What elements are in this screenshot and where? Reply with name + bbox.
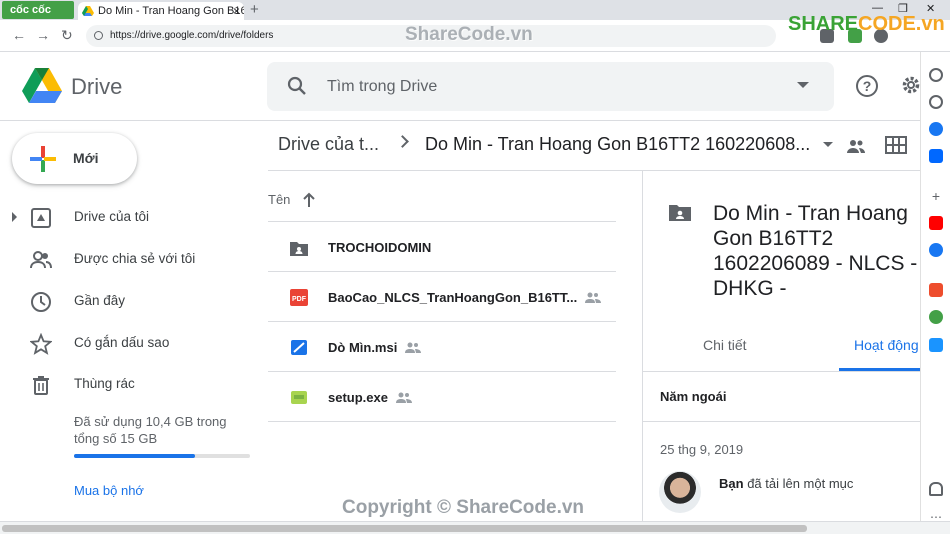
folder-icon [290, 242, 308, 256]
search-bar[interactable]: Tìm trong Drive [267, 62, 834, 111]
browser-side-rail: + ⋯ [920, 52, 950, 534]
folder-menu-dropdown-icon[interactable] [823, 142, 833, 147]
shared-people-icon [405, 342, 421, 353]
notification-bell-icon[interactable] [929, 482, 943, 496]
sidebar-item-recent[interactable]: Gần đây [0, 283, 260, 319]
file-row[interactable]: Dò Mìn.msi [268, 321, 616, 371]
search-input[interactable]: Tìm trong Drive [327, 78, 437, 96]
add-sidebar-icon[interactable]: + [929, 189, 943, 203]
history-icon[interactable] [929, 95, 943, 109]
sidebar-item-label: Thùng rác [74, 376, 135, 391]
file-name: Dò Mìn.msi [328, 340, 398, 355]
horizontal-scrollbar[interactable] [0, 521, 950, 534]
shopee-icon[interactable] [929, 283, 943, 297]
watermark-top: ShareCode.vn [405, 24, 533, 45]
sidebar-item-label: Được chia sẻ với tôi [74, 251, 196, 266]
activity-text: Bạn đã tải lên một mục [719, 476, 853, 491]
my-drive-icon [31, 208, 51, 228]
forward-icon[interactable]: → [36, 27, 50, 43]
shared-people-icon[interactable] [846, 138, 866, 154]
trash-icon [33, 376, 49, 395]
tabs-divider [643, 371, 920, 372]
buy-storage-link[interactable]: Mua bộ nhớ [74, 483, 144, 498]
file-name: BaoCao_NLCS_TranHoangGon_B16TT... [328, 290, 578, 305]
tiki-icon[interactable] [929, 338, 943, 352]
grid-view-icon[interactable] [885, 136, 907, 154]
clock-icon [31, 292, 51, 312]
new-button[interactable]: Mới [12, 133, 137, 184]
file-row[interactable]: PDF BaoCao_NLCS_TranHoangGon_B16TT... [268, 271, 616, 321]
file-row[interactable]: setup.exe [268, 371, 616, 421]
plus-icon [30, 146, 56, 172]
help-icon[interactable]: ? [856, 75, 878, 97]
drive-favicon-icon [82, 6, 94, 16]
avatar [659, 471, 701, 513]
youtube-icon[interactable] [929, 216, 943, 230]
sidebar-item-my-drive[interactable]: Drive của tôi [0, 199, 260, 235]
app-name: Drive [71, 74, 123, 99]
site-info-icon[interactable] [94, 31, 103, 40]
tab-close-icon[interactable]: × [233, 2, 240, 20]
browser-brand-button[interactable]: cốc cốc [2, 1, 74, 19]
expand-caret-icon[interactable] [12, 212, 17, 222]
new-button-label: Mới [73, 150, 99, 166]
new-tab-button[interactable]: + [250, 0, 259, 20]
sidebar-item-label: Có gắn dấu sao [74, 335, 170, 350]
watermark-bottom: Copyright © ShareCode.vn [342, 497, 585, 518]
storage-usage-text: Đã sử dụng 10,4 GB trong tổng số 15 GB [74, 414, 227, 446]
zalo-icon[interactable] [929, 149, 943, 163]
activity-action: đã tải lên một mục [747, 476, 854, 491]
msi-icon [291, 340, 307, 355]
shared-folder-icon [669, 205, 691, 221]
sidebar-item-label: Gần đây [74, 293, 126, 308]
file-row[interactable]: TROCHOIDOMIN [268, 221, 616, 271]
details-title: Do Min - Tran Hoang Gon B16TT2 160220608… [713, 202, 918, 300]
list-divider [268, 421, 616, 422]
exe-icon [291, 391, 307, 404]
facebook-icon[interactable] [929, 243, 943, 257]
tab-details[interactable]: Chi tiết [703, 337, 747, 353]
shared-people-icon [396, 392, 412, 403]
shared-people-icon [30, 251, 52, 269]
pdf-icon: PDF [290, 289, 308, 306]
search-options-icon[interactable] [797, 82, 809, 88]
settings-icon[interactable] [929, 68, 943, 82]
browser-tab[interactable]: Do Min - Tran Hoang Gon B16 × [78, 2, 244, 20]
reload-icon[interactable]: ↻ [61, 27, 73, 44]
header-divider [0, 120, 920, 121]
messenger-icon[interactable] [929, 122, 943, 136]
column-header-name[interactable]: Tên [268, 192, 290, 207]
chevron-right-icon [396, 135, 409, 148]
activity-period: Năm ngoái [660, 389, 727, 404]
sidebar-item-starred[interactable]: Có gắn dấu sao [0, 325, 260, 361]
sharecode-logo: SHARECODE.vn [788, 13, 945, 35]
details-pane: Do Min - Tran Hoang Gon B16TT2 160220608… [642, 171, 920, 521]
scrollbar-thumb[interactable] [2, 525, 807, 532]
activity-divider [643, 421, 920, 422]
search-icon[interactable] [287, 76, 307, 96]
sidebar-item-trash[interactable]: Thùng rác [0, 366, 260, 402]
tab-activity[interactable]: Hoạt động [854, 337, 919, 353]
file-name: setup.exe [328, 390, 388, 405]
coccoc-icon[interactable] [929, 310, 943, 324]
sort-arrow-up-icon[interactable] [302, 192, 316, 208]
storage-bar-fill [74, 454, 196, 458]
sidebar-item-label: Drive của tôi [74, 209, 150, 224]
activity-date: 25 thg 9, 2019 [660, 442, 744, 457]
file-name: TROCHOIDOMIN [328, 240, 432, 255]
settings-gear-icon[interactable] [900, 74, 922, 96]
shared-people-icon [585, 292, 601, 303]
sidebar-item-shared[interactable]: Được chia sẻ với tôi [0, 241, 260, 277]
activity-actor: Bạn [719, 476, 744, 491]
url-text: https://drive.google.com/drive/folders [110, 30, 274, 41]
browser-tab-title: Do Min - Tran Hoang Gon B16 [98, 5, 244, 17]
svg-text:PDF: PDF [292, 296, 307, 303]
breadcrumb-current-folder[interactable]: Do Min - Tran Hoang Gon B16TT2 160220608… [425, 134, 815, 155]
back-icon[interactable]: ← [12, 27, 26, 43]
drive-logo-icon[interactable] [22, 68, 62, 104]
star-icon [30, 333, 52, 355]
breadcrumb-root[interactable]: Drive của t... [278, 134, 379, 155]
storage-bar [74, 454, 250, 458]
